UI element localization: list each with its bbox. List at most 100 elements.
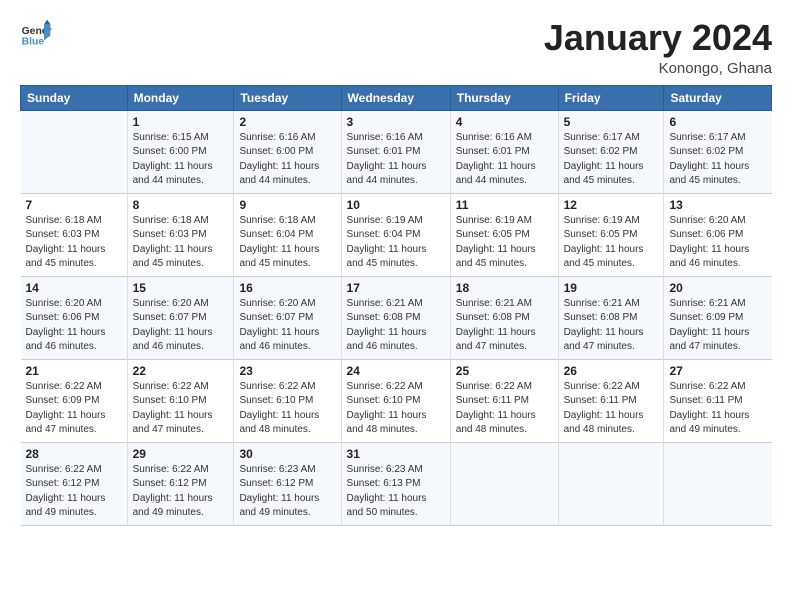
calendar-cell [558, 442, 664, 525]
day-number: 13 [669, 198, 766, 212]
day-info: Sunrise: 6:15 AM Sunset: 6:00 PM Dayligh… [133, 131, 229, 189]
header: General Blue January 2024 Konongo, Ghana [20, 18, 772, 77]
calendar-cell: 27 Sunrise: 6:22 AM Sunset: 6:11 PM Dayli… [664, 359, 772, 442]
calendar-cell: 2Sunrise: 6:16 AM Sunset: 6:00 PM Daylig… [234, 110, 341, 193]
calendar-week-1: 7 Sunrise: 6:18 AM Sunset: 6:03 PM Daylig… [21, 193, 772, 276]
day-number: 30 [239, 447, 335, 461]
col-monday: Monday [127, 85, 234, 110]
day-info: Sunrise: 6:22 AM Sunset: 6:11 PM Dayligh… [669, 380, 766, 438]
col-thursday: Thursday [450, 85, 558, 110]
day-info: Sunrise: 6:18 AM Sunset: 6:04 PM Dayligh… [239, 214, 335, 272]
day-info: Sunrise: 6:23 AM Sunset: 6:13 PM Dayligh… [347, 463, 445, 521]
day-number: 11 [456, 198, 553, 212]
calendar-cell: 28 Sunrise: 6:22 AM Sunset: 6:12 PM Dayli… [21, 442, 128, 525]
calendar-cell [21, 110, 128, 193]
day-number: 27 [669, 364, 766, 378]
day-number: 10 [347, 198, 445, 212]
day-number: 4 [456, 115, 553, 129]
calendar-cell: 26 Sunrise: 6:22 AM Sunset: 6:11 PM Dayli… [558, 359, 664, 442]
day-info: Sunrise: 6:22 AM Sunset: 6:10 PM Dayligh… [347, 380, 445, 438]
calendar-cell: 7 Sunrise: 6:18 AM Sunset: 6:03 PM Daylig… [21, 193, 128, 276]
day-info: Sunrise: 6:22 AM Sunset: 6:11 PM Dayligh… [456, 380, 553, 438]
day-number: 15 [133, 281, 229, 295]
calendar-cell: 22 Sunrise: 6:22 AM Sunset: 6:10 PM Dayli… [127, 359, 234, 442]
month-title: January 2024 [544, 18, 772, 58]
day-info: Sunrise: 6:21 AM Sunset: 6:08 PM Dayligh… [347, 297, 445, 355]
day-info: Sunrise: 6:23 AM Sunset: 6:12 PM Dayligh… [239, 463, 335, 521]
calendar-cell: 30 Sunrise: 6:23 AM Sunset: 6:12 PM Dayli… [234, 442, 341, 525]
day-number: 5 [564, 115, 659, 129]
day-info: Sunrise: 6:20 AM Sunset: 6:07 PM Dayligh… [239, 297, 335, 355]
day-info: Sunrise: 6:22 AM Sunset: 6:12 PM Dayligh… [26, 463, 122, 521]
day-info: Sunrise: 6:17 AM Sunset: 6:02 PM Dayligh… [564, 131, 659, 189]
calendar-cell: 17 Sunrise: 6:21 AM Sunset: 6:08 PM Dayli… [341, 276, 450, 359]
day-number: 1 [133, 115, 229, 129]
calendar-cell: 9Sunrise: 6:18 AM Sunset: 6:04 PM Daylig… [234, 193, 341, 276]
day-info: Sunrise: 6:20 AM Sunset: 6:07 PM Dayligh… [133, 297, 229, 355]
day-info: Sunrise: 6:21 AM Sunset: 6:08 PM Dayligh… [564, 297, 659, 355]
calendar-cell: 14 Sunrise: 6:20 AM Sunset: 6:06 PM Dayli… [21, 276, 128, 359]
calendar-cell: 1 Sunrise: 6:15 AM Sunset: 6:00 PM Daylig… [127, 110, 234, 193]
day-number: 14 [26, 281, 122, 295]
day-number: 19 [564, 281, 659, 295]
col-sunday: Sunday [21, 85, 128, 110]
col-saturday: Saturday [664, 85, 772, 110]
day-info: Sunrise: 6:22 AM Sunset: 6:09 PM Dayligh… [26, 380, 122, 438]
day-info: Sunrise: 6:20 AM Sunset: 6:06 PM Dayligh… [26, 297, 122, 355]
day-number: 29 [133, 447, 229, 461]
calendar-cell: 29 Sunrise: 6:22 AM Sunset: 6:12 PM Dayli… [127, 442, 234, 525]
day-info: Sunrise: 6:22 AM Sunset: 6:10 PM Dayligh… [239, 380, 335, 438]
calendar-week-4: 28 Sunrise: 6:22 AM Sunset: 6:12 PM Dayli… [21, 442, 772, 525]
day-number: 18 [456, 281, 553, 295]
calendar-cell: 4 Sunrise: 6:16 AM Sunset: 6:01 PM Daylig… [450, 110, 558, 193]
col-friday: Friday [558, 85, 664, 110]
calendar-week-2: 14 Sunrise: 6:20 AM Sunset: 6:06 PM Dayli… [21, 276, 772, 359]
day-info: Sunrise: 6:21 AM Sunset: 6:09 PM Dayligh… [669, 297, 766, 355]
day-info: Sunrise: 6:16 AM Sunset: 6:01 PM Dayligh… [456, 131, 553, 189]
day-number: 3 [347, 115, 445, 129]
day-number: 2 [239, 115, 335, 129]
day-info: Sunrise: 6:22 AM Sunset: 6:10 PM Dayligh… [133, 380, 229, 438]
day-number: 24 [347, 364, 445, 378]
calendar-cell: 13 Sunrise: 6:20 AM Sunset: 6:06 PM Dayli… [664, 193, 772, 276]
title-block: January 2024 Konongo, Ghana [544, 18, 772, 77]
day-number: 28 [26, 447, 122, 461]
calendar-cell: 12Sunrise: 6:19 AM Sunset: 6:05 PM Dayli… [558, 193, 664, 276]
day-info: Sunrise: 6:16 AM Sunset: 6:01 PM Dayligh… [347, 131, 445, 189]
day-info: Sunrise: 6:19 AM Sunset: 6:05 PM Dayligh… [456, 214, 553, 272]
calendar-cell: 23Sunrise: 6:22 AM Sunset: 6:10 PM Dayli… [234, 359, 341, 442]
day-info: Sunrise: 6:22 AM Sunset: 6:11 PM Dayligh… [564, 380, 659, 438]
page-container: General Blue January 2024 Konongo, Ghana… [0, 0, 792, 536]
day-number: 6 [669, 115, 766, 129]
svg-text:Blue: Blue [22, 36, 45, 47]
location: Konongo, Ghana [544, 60, 772, 77]
day-number: 26 [564, 364, 659, 378]
day-number: 8 [133, 198, 229, 212]
col-wednesday: Wednesday [341, 85, 450, 110]
calendar-cell: 25 Sunrise: 6:22 AM Sunset: 6:11 PM Dayli… [450, 359, 558, 442]
calendar-cell: 11 Sunrise: 6:19 AM Sunset: 6:05 PM Dayli… [450, 193, 558, 276]
day-number: 12 [564, 198, 659, 212]
day-info: Sunrise: 6:22 AM Sunset: 6:12 PM Dayligh… [133, 463, 229, 521]
calendar-cell: 6 Sunrise: 6:17 AM Sunset: 6:02 PM Daylig… [664, 110, 772, 193]
table-header: Sunday Monday Tuesday Wednesday Thursday… [21, 85, 772, 110]
day-number: 17 [347, 281, 445, 295]
day-info: Sunrise: 6:17 AM Sunset: 6:02 PM Dayligh… [669, 131, 766, 189]
logo: General Blue [20, 18, 56, 50]
calendar-cell: 31Sunrise: 6:23 AM Sunset: 6:13 PM Dayli… [341, 442, 450, 525]
day-number: 20 [669, 281, 766, 295]
calendar-body: 1 Sunrise: 6:15 AM Sunset: 6:00 PM Daylig… [21, 110, 772, 525]
day-info: Sunrise: 6:20 AM Sunset: 6:06 PM Dayligh… [669, 214, 766, 272]
calendar-cell [450, 442, 558, 525]
day-number: 22 [133, 364, 229, 378]
col-tuesday: Tuesday [234, 85, 341, 110]
calendar-week-3: 21Sunrise: 6:22 AM Sunset: 6:09 PM Dayli… [21, 359, 772, 442]
day-number: 25 [456, 364, 553, 378]
calendar-cell: 16Sunrise: 6:20 AM Sunset: 6:07 PM Dayli… [234, 276, 341, 359]
day-info: Sunrise: 6:21 AM Sunset: 6:08 PM Dayligh… [456, 297, 553, 355]
day-info: Sunrise: 6:18 AM Sunset: 6:03 PM Dayligh… [26, 214, 122, 272]
header-row: Sunday Monday Tuesday Wednesday Thursday… [21, 85, 772, 110]
day-number: 7 [26, 198, 122, 212]
calendar-table: Sunday Monday Tuesday Wednesday Thursday… [20, 85, 772, 526]
calendar-cell: 20 Sunrise: 6:21 AM Sunset: 6:09 PM Dayli… [664, 276, 772, 359]
